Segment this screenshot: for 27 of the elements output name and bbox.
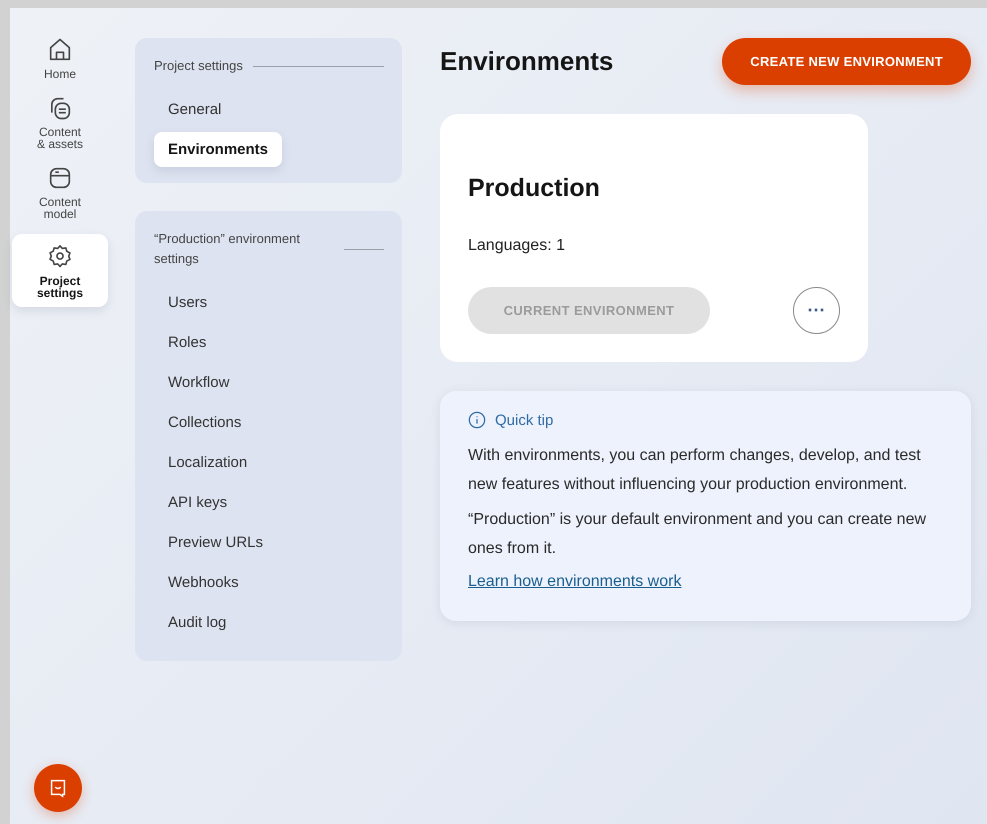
info-icon: [468, 411, 486, 429]
settings-menu-item[interactable]: Localization: [154, 445, 262, 480]
settings-menu-item[interactable]: Roles: [154, 325, 220, 360]
settings-menu-item[interactable]: Preview URLs: [154, 525, 278, 560]
tip-paragraph: “Production” is your default environment and you can create new ones from it.: [468, 510, 928, 559]
settings-menu-item[interactable]: Audit log: [154, 605, 240, 640]
chat-button[interactable]: [34, 764, 82, 812]
learn-more-link[interactable]: Learn how environments work: [468, 573, 682, 590]
nav-item[interactable]: Content model: [12, 164, 108, 220]
create-environment-button[interactable]: CREATE NEW ENVIRONMENT: [722, 38, 971, 85]
environment-name: Production: [468, 174, 601, 203]
panel-heading: “Production” environment settings: [154, 230, 301, 268]
settings-menu-item[interactable]: Environments: [154, 132, 282, 167]
languages-count: Languages: 1: [468, 237, 566, 255]
settings-menu-item[interactable]: Webhooks: [154, 565, 253, 600]
page-title: Environments: [440, 46, 614, 77]
settings-menu-item[interactable]: Collections: [154, 405, 256, 440]
tip-paragraph: With environments, you can perform changes, develop, and test new features without influencing your production environment.: [468, 446, 922, 495]
nav-item[interactable]: Content & assets: [12, 94, 108, 150]
panel-heading: Project settings: [154, 57, 243, 75]
settings-menu-item[interactable]: Users: [154, 285, 222, 320]
nav-item[interactable]: Project settings: [12, 234, 108, 307]
settings-menu-item[interactable]: API keys: [154, 485, 242, 520]
settings-menu-item[interactable]: General: [154, 92, 236, 127]
settings-menu-item[interactable]: Workflow: [154, 365, 244, 400]
tip-title: Quick tip: [495, 412, 554, 428]
nav-item[interactable]: Home: [12, 36, 108, 80]
